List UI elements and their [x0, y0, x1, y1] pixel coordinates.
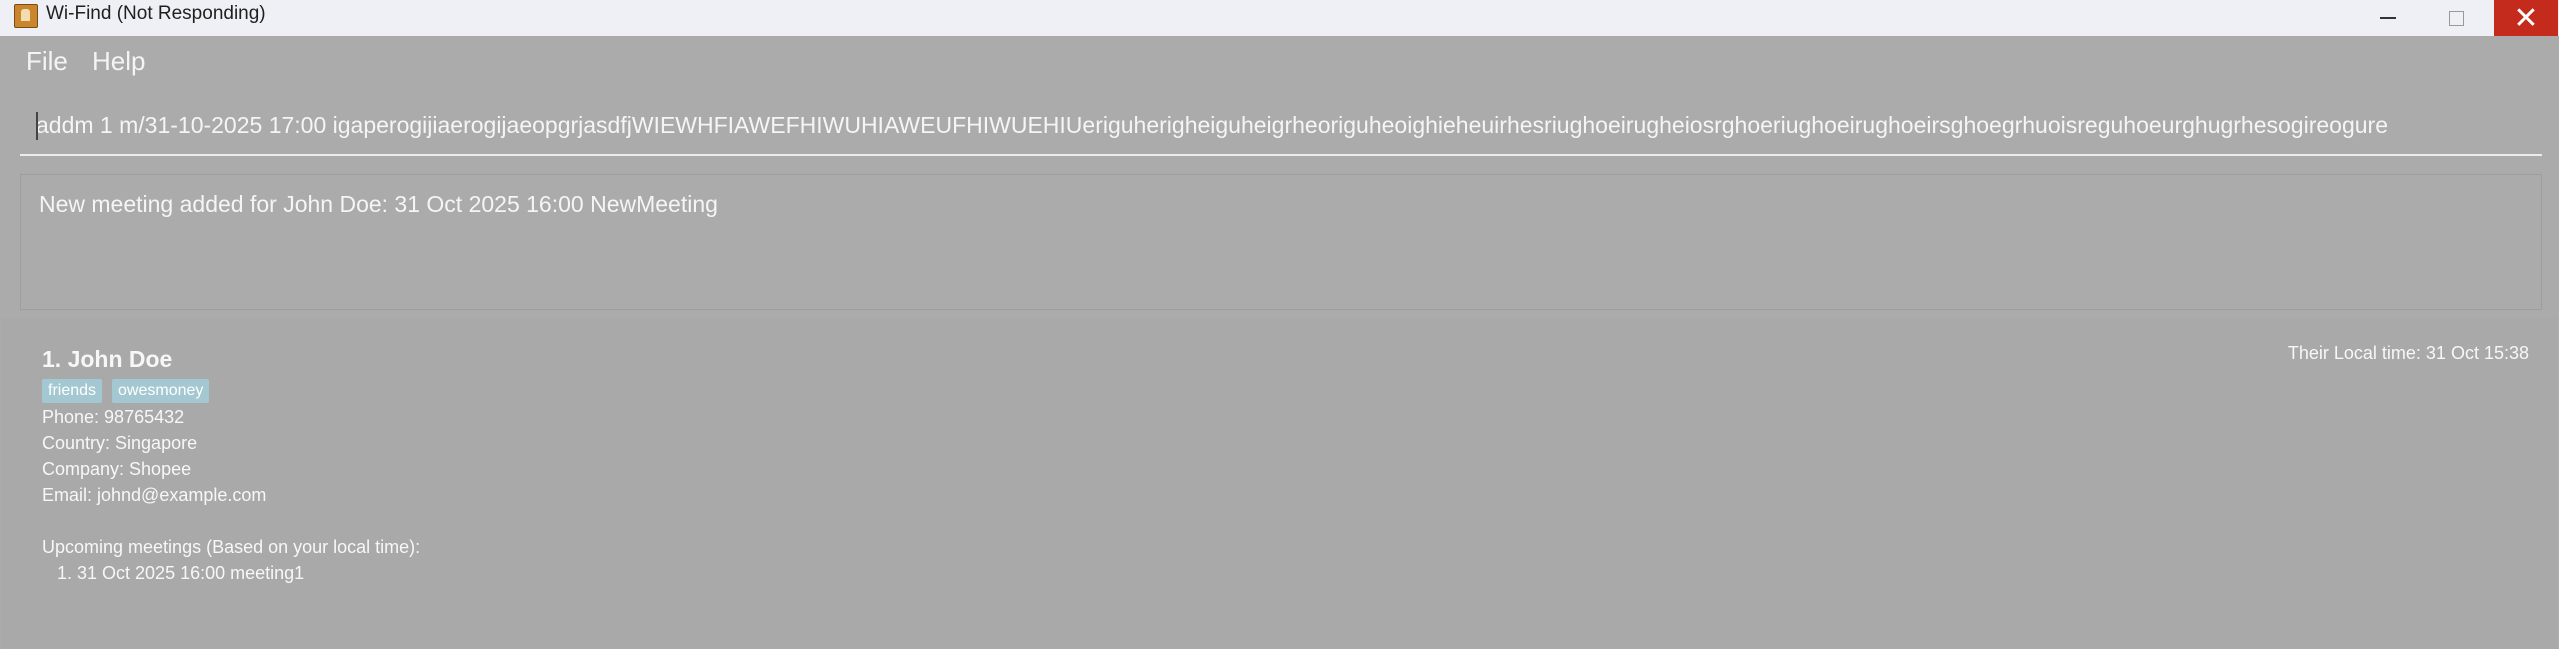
close-button[interactable]: ✕: [2494, 0, 2558, 36]
menu-bar: File Help: [0, 36, 2559, 88]
local-time: Their Local time: 31 Oct 15:38: [2287, 343, 2529, 363]
text-caret: [36, 112, 38, 140]
close-icon: ✕: [2513, 1, 2539, 35]
menu-help[interactable]: Help: [92, 46, 145, 77]
email-field: Email: johnd@example.com: [42, 485, 267, 505]
person-name: 1. John Doe: [42, 346, 173, 372]
minimize-button[interactable]: [2356, 0, 2420, 36]
company-field: Company: Shopee: [42, 459, 192, 479]
tag-owesmoney: owesmoney: [112, 379, 210, 403]
result-message: New meeting added for John Doe: 31 Oct 2…: [39, 191, 718, 217]
window-title: Wi-Find (Not Responding): [46, 3, 266, 24]
command-text: addm 1 m/31-10-2025 17:00 igaperogijiaer…: [36, 112, 2388, 138]
result-display: New meeting added for John Doe: 31 Oct 2…: [20, 174, 2542, 310]
phone-field: Phone: 98765432: [42, 407, 185, 427]
maximize-icon: [2448, 10, 2464, 26]
tag-list: friends owesmoney: [42, 379, 210, 403]
minimize-icon: [2380, 17, 2396, 19]
command-input[interactable]: addm 1 m/31-10-2025 17:00 igaperogijiaer…: [20, 106, 2542, 156]
meetings-header: Upcoming meetings (Based on your local t…: [42, 537, 421, 557]
tag-friends: friends: [42, 379, 103, 403]
country-field: Country: Singapore: [42, 433, 198, 453]
title-bar: Wi-Find (Not Responding) ✕: [0, 0, 2559, 36]
meeting-item: 1. 31 Oct 2025 16:00 meeting1: [57, 563, 305, 583]
person-card[interactable]: 1. John Doe Their Local time: 31 Oct 15:…: [2, 318, 2557, 649]
app-icon: [14, 4, 38, 28]
person-list[interactable]: 1. John Doe Their Local time: 31 Oct 15:…: [2, 318, 2557, 649]
menu-file[interactable]: File: [26, 46, 68, 77]
maximize-button[interactable]: [2424, 0, 2488, 36]
